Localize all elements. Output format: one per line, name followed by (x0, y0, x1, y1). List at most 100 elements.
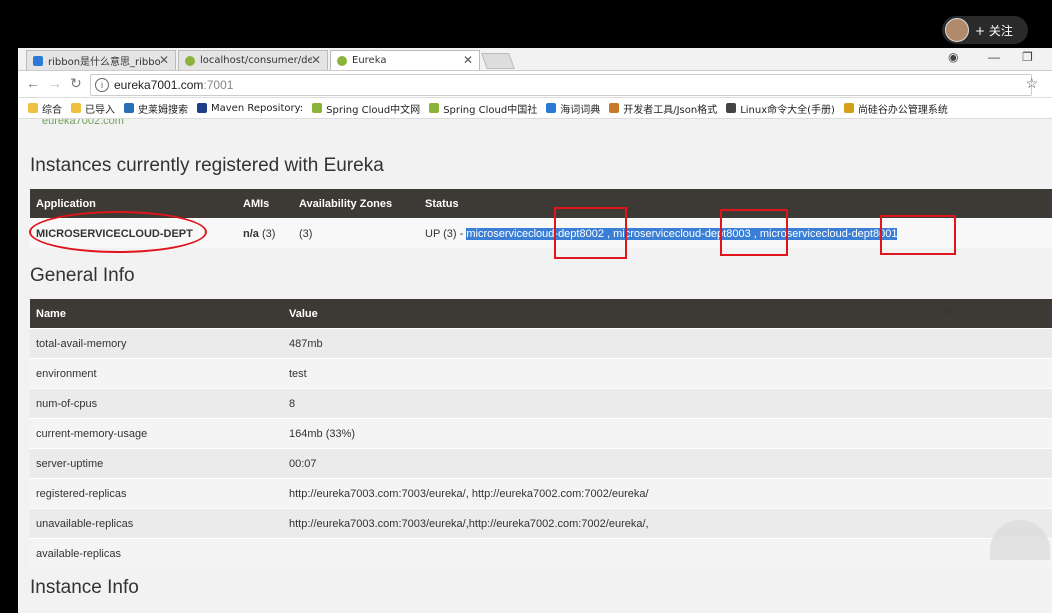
general-value: 8 (283, 388, 1052, 419)
general-info-title: General Info (30, 265, 135, 286)
general-value: http://eureka7003.com:7003/eureka/,http:… (283, 508, 1052, 539)
tab-label: localhost/consumer/dept (200, 55, 312, 66)
leaf-icon (337, 55, 347, 66)
info-icon[interactable]: i (95, 78, 109, 92)
bookmark-icon (546, 103, 557, 113)
bookmark-icon (124, 103, 134, 113)
bookmark-icon (312, 103, 323, 113)
bookmark-icon (429, 103, 440, 113)
table-row: current-memory-usage 164mb (33%) (30, 418, 1052, 449)
eureka-page: eureka7002.com Instances currently regis… (18, 119, 1052, 613)
tab-consumer[interactable]: localhost/consumer/dept ✕ (178, 50, 328, 70)
bookmark-icon (726, 103, 737, 113)
table-row: registered-replicas http://eureka7003.com… (30, 478, 1052, 509)
bookmark-icon (71, 103, 81, 113)
col-value: Value (283, 299, 1052, 329)
d-icon (33, 55, 43, 66)
browser-window: ribbon是什么意思_ribbon ✕ localhost/consumer/… (18, 48, 1052, 613)
general-name: environment (30, 358, 283, 389)
col-name: Name (30, 299, 283, 329)
bookmark-item[interactable]: 已导入 (71, 101, 115, 116)
table-row: total-avail-memory 487mb (30, 328, 1052, 359)
tab-ribbon[interactable]: ribbon是什么意思_ribbon ✕ (26, 50, 176, 70)
bookmark-item[interactable]: Maven Repository: (197, 103, 303, 114)
tab-label: Eureka (352, 55, 387, 66)
leaf-icon (185, 55, 195, 66)
bookmark-item[interactable]: Linux命令大全(手册) (726, 101, 835, 116)
general-name: num-of-cpus (30, 388, 283, 419)
bookmark-item[interactable]: 综合 (28, 101, 62, 116)
url-input[interactable]: i eureka7001.com:7001 (90, 74, 1032, 96)
minimize-icon[interactable]: — (988, 50, 1000, 64)
instance-info-title: Instance Info (30, 577, 139, 598)
general-name: total-avail-memory (30, 328, 283, 359)
bookmark-icon (197, 103, 207, 113)
tab-eureka[interactable]: Eureka ✕ (330, 50, 480, 70)
table-row: num-of-cpus 8 (30, 388, 1052, 419)
bookmark-item[interactable]: 尚硅谷办公管理系统 (843, 101, 948, 116)
amis-cell: n/a (3) (237, 218, 293, 248)
mouse-cursor-icon: ⮹ (940, 304, 952, 320)
back-icon[interactable]: ← (26, 75, 40, 91)
annotation-box (554, 207, 627, 259)
table-row: available-replicas (30, 538, 1052, 568)
annotation-box (720, 209, 788, 256)
amis-value: n/a (243, 227, 259, 240)
bookmark-label: 综合 (42, 104, 62, 116)
close-icon[interactable]: ✕ (159, 53, 169, 67)
annotation-box (880, 215, 956, 255)
forward-icon[interactable]: → (48, 75, 62, 91)
zones-cell: (3) (293, 218, 419, 248)
replica-link[interactable]: eureka7002.com (42, 119, 124, 127)
table-row: unavailable-replicas http://eureka7003.co… (30, 508, 1052, 539)
general-value: 00:07 (283, 448, 1052, 479)
bookmark-label: 海词词典 (560, 104, 601, 116)
general-value (283, 538, 1052, 568)
general-name: unavailable-replicas (30, 508, 283, 539)
url-host: eureka7001.com (114, 78, 204, 92)
table-row: server-uptime 00:07 (30, 448, 1052, 479)
general-name: registered-replicas (30, 478, 283, 509)
bookmark-label: 尚硅谷办公管理系统 (857, 104, 948, 116)
general-name: server-uptime (30, 448, 283, 479)
bookmark-icon (609, 103, 620, 113)
bookmark-icon (843, 103, 854, 113)
general-value: test (283, 358, 1052, 389)
bookmark-label: Maven Repository: (211, 102, 304, 114)
bookmark-item[interactable]: 海词词典 (546, 101, 600, 116)
bookmark-label: Linux命令大全(手册) (740, 104, 835, 116)
reload-icon[interactable]: ↻ (70, 75, 82, 92)
annotation-ellipse (29, 211, 207, 253)
url-port: :7001 (203, 78, 234, 92)
tab-label: ribbon是什么意思_ribbon (48, 57, 160, 68)
restore-icon[interactable]: ❐ (1022, 50, 1033, 64)
close-icon[interactable]: ✕ (311, 53, 321, 67)
col-zones: Availability Zones (293, 189, 419, 219)
avatar (945, 18, 969, 42)
instances-title: Instances currently registered with Eure… (30, 155, 384, 176)
profile-icon[interactable]: ◉ (948, 50, 958, 64)
bookmark-icon (28, 103, 38, 113)
general-value: 164mb (33%) (283, 418, 1052, 449)
table-row: environment test (30, 358, 1052, 389)
general-value: 487mb (283, 328, 1052, 359)
new-tab-button[interactable] (481, 53, 515, 69)
general-info-table: Name Value total-avail-memory 487mb enviro… (30, 299, 1052, 568)
amis-count: (3) (261, 227, 276, 240)
follow-button[interactable]: + 关注 (942, 16, 1028, 44)
general-name: current-memory-usage (30, 418, 283, 449)
bookmark-item[interactable]: Spring Cloud中国社 (429, 101, 537, 116)
bookmark-item[interactable]: Spring Cloud中文网 (312, 101, 420, 116)
bookmarks-bar: 综合 已导入 史莱姆搜索 Maven Repository: Spring Cloud中… (18, 98, 1052, 119)
bookmark-item[interactable]: 史莱姆搜索 (124, 101, 188, 116)
bookmark-item[interactable]: 开发者工具/Json格式 (609, 101, 717, 116)
tab-strip: ribbon是什么意思_ribbon ✕ localhost/consumer/… (18, 48, 1052, 71)
bookmark-label: 史莱姆搜索 (138, 104, 188, 116)
general-name: available-replicas (30, 538, 283, 568)
star-icon[interactable]: ☆ (1025, 75, 1038, 92)
status-prefix: UP (3) - (425, 227, 464, 240)
close-icon[interactable]: ✕ (463, 53, 473, 67)
bookmark-label: Spring Cloud中国社 (443, 104, 538, 116)
col-amis: AMIs (237, 189, 293, 219)
video-top-bar: + 关注 (0, 0, 1052, 48)
